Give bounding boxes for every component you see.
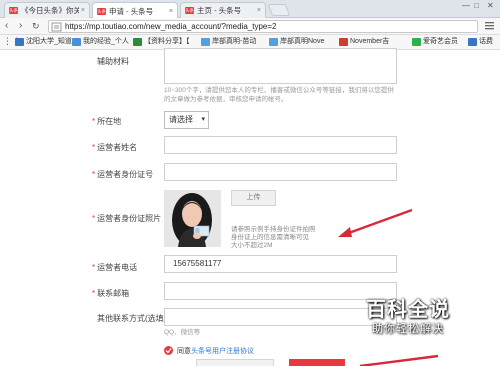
operator-name-label-text: 运营者姓名 <box>97 143 138 152</box>
agree-prefix: 同意 <box>177 348 191 355</box>
bookmark-label: 爱奇艺会员 <box>423 38 458 45</box>
location-label-text: 所在地 <box>97 117 122 126</box>
watermark-subtitle: 助你轻松解决 <box>372 323 444 335</box>
site-favicon-icon <box>133 38 142 46</box>
bookmark-label: 我的经验_个人 <box>83 38 129 45</box>
previous-button[interactable] <box>196 359 274 366</box>
close-icon[interactable]: × <box>257 7 261 14</box>
operator-id-photo-label-text: 运营者身份证照片 <box>97 214 162 223</box>
required-mark: * <box>92 117 96 126</box>
menu-icon[interactable] <box>485 21 494 30</box>
iqiyi-favicon-icon <box>412 38 421 46</box>
tab-title: 申请 - 头条号 <box>109 6 154 16</box>
music-favicon-icon <box>339 38 348 46</box>
required-mark: * <box>92 263 96 272</box>
operator-id-photo-label: * 运营者身份证照片 <box>92 213 161 224</box>
email-input[interactable] <box>164 282 397 300</box>
agree-checkbox[interactable] <box>164 346 173 355</box>
paw-icon <box>72 38 81 46</box>
operator-phone-value: 15675581177 <box>173 259 222 268</box>
email-label: * 联系邮箱 <box>92 288 129 299</box>
aux-material-label: 辅助材料 <box>97 57 129 66</box>
operator-phone-input[interactable]: 15675581177 <box>164 255 397 273</box>
bookmark-item[interactable]: November吉 <box>339 37 389 47</box>
back-arrow-icon[interactable]: ‹ <box>5 20 8 32</box>
photo-note-line-3: 大小不超过2M <box>231 242 273 249</box>
bookmark-label: 沈阳大学_知道 <box>26 38 72 45</box>
address-bar: ‹ › ↻ https://mp.toutiao.com/new_media_a… <box>0 18 500 35</box>
paw-icon <box>15 38 24 46</box>
tab-home[interactable]: 头条 主页 - 头条号 × <box>180 2 266 18</box>
bookmark-label: 话费 <box>479 38 493 45</box>
watermark-title: 百科全说 <box>366 297 450 321</box>
bookmark-item[interactable]: 岸部真明-苗动 <box>201 37 256 47</box>
caret-down-icon: ▾ <box>201 116 205 123</box>
annotation-arrow-icon <box>338 208 413 237</box>
forward-arrow-icon[interactable]: › <box>19 20 22 32</box>
new-tab-button[interactable] <box>267 4 291 16</box>
toutiao-favicon-icon: 头条 <box>185 7 194 14</box>
bookmark-label: 岸部真明-苗动 <box>212 38 257 45</box>
site-favicon-icon <box>269 38 278 46</box>
agree-text: 同意头条号用户注册协议 <box>177 346 254 356</box>
operator-id-label: * 运营者身份证号 <box>92 169 153 180</box>
user-agreement-link[interactable]: 头条号用户注册协议 <box>191 348 254 355</box>
bookmark-item[interactable]: 岸部真明Nove <box>269 37 324 47</box>
operator-name-input[interactable] <box>164 136 397 154</box>
operator-id-input[interactable] <box>164 163 397 181</box>
tab-toutiao-news[interactable]: 头条 《今日头条》你关心 × <box>4 2 90 18</box>
close-icon[interactable]: × <box>169 8 173 15</box>
id-photo-example-image <box>164 190 221 247</box>
aux-material-textarea[interactable] <box>164 48 397 84</box>
bookmark-item[interactable]: 话费 <box>468 37 493 47</box>
window-close-icon[interactable]: ✕ <box>487 1 494 10</box>
location-label: * 所在地 <box>92 116 121 127</box>
operator-id-label-text: 运营者身份证号 <box>97 170 154 179</box>
operator-name-label: * 运营者姓名 <box>92 142 137 153</box>
bookmark-item[interactable]: 爱奇艺会员 <box>412 37 458 47</box>
bookmark-item[interactable]: 我的经验_个人 <box>72 37 129 47</box>
bookmark-label: 【资料分享】【 <box>144 38 190 45</box>
annotation-arrow-icon <box>359 354 439 366</box>
maximize-icon[interactable]: □ <box>474 1 479 10</box>
required-mark: * <box>92 214 96 223</box>
other-contact-hint: QQ、微信等 <box>164 329 201 336</box>
operator-phone-label-text: 运营者电话 <box>97 263 138 272</box>
other-contact-input[interactable] <box>164 308 397 326</box>
email-label-text: 联系邮箱 <box>97 289 130 298</box>
bookmark-label: November吉 <box>350 38 390 45</box>
toutiao-favicon-icon: 头条 <box>9 7 18 14</box>
bookmark-label: 岸部真明Nove <box>280 38 325 45</box>
url-input[interactable]: https://mp.toutiao.com/new_media_account… <box>48 20 478 33</box>
aux-material-hint: 10~300个字，请提供您本人的专栏、播客或微信公众号等链接，我们将以您提供的文… <box>164 87 394 103</box>
site-favicon-icon <box>201 38 210 46</box>
url-text: https://mp.toutiao.com/new_media_account… <box>65 22 277 31</box>
operator-phone-label: * 运营者电话 <box>92 262 137 273</box>
submit-button[interactable] <box>289 359 345 366</box>
other-contact-label: 其他联系方式(选填) <box>97 314 167 323</box>
upload-button[interactable]: 上传 <box>231 190 276 206</box>
page-info-icon[interactable] <box>51 22 62 32</box>
bookmark-item[interactable]: 沈阳大学_知道 <box>15 37 72 47</box>
tab-title: 《今日头条》你关心 <box>21 6 79 15</box>
tab-title: 主页 - 头条号 <box>197 6 242 15</box>
location-select[interactable]: 请选择 ▾ <box>164 111 209 129</box>
paw-icon <box>468 38 477 46</box>
reload-icon[interactable]: ↻ <box>32 20 40 32</box>
browser-tab-strip: 头条 《今日头条》你关心 × 头条 申请 - 头条号 × 头条 主页 - 头条号… <box>0 0 500 19</box>
close-icon[interactable]: × <box>81 7 85 14</box>
required-mark: * <box>92 289 96 298</box>
toutiao-favicon-icon: 头条 <box>97 7 106 15</box>
tab-apply[interactable]: 头条 申请 - 头条号 × <box>92 2 178 19</box>
required-mark: * <box>92 170 96 179</box>
bookmark-item[interactable]: 【资料分享】【 <box>133 37 190 47</box>
checkmark-icon <box>165 348 172 354</box>
location-select-value: 请选择 <box>169 115 193 124</box>
minimize-icon[interactable]: — <box>462 1 470 10</box>
required-mark: * <box>92 143 96 152</box>
